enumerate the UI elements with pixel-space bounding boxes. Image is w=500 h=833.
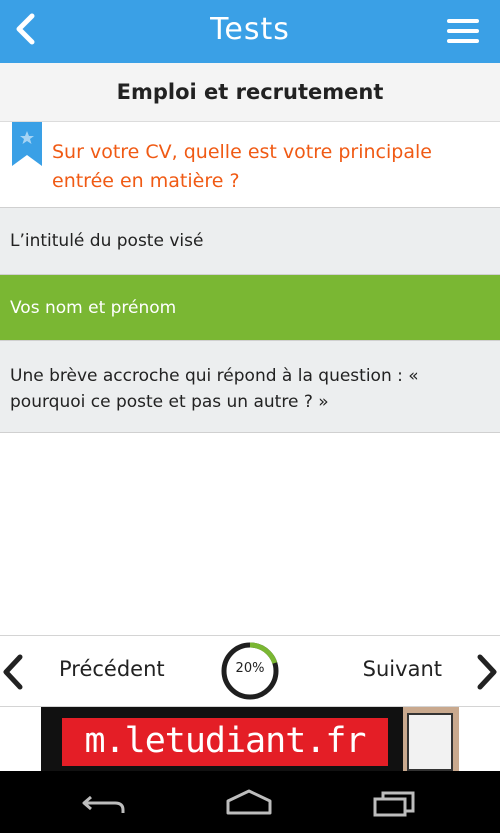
- ad-phone-screen: [407, 713, 453, 771]
- chevron-right-icon: [477, 654, 497, 690]
- answer-option-3[interactable]: Une brève accroche qui répond à la quest…: [0, 341, 500, 433]
- chevron-left-icon: [3, 654, 23, 690]
- page-title: Tests: [210, 12, 290, 47]
- system-recents-button[interactable]: [370, 789, 420, 817]
- question-text: Sur votre CV, quelle est votre principal…: [52, 141, 432, 192]
- bookmark-icon: [12, 122, 42, 166]
- previous-button[interactable]: Précédent: [59, 657, 165, 681]
- ad-text: m.letudiant.fr: [84, 721, 366, 761]
- question-navigation: Précédent 20% Suivant: [0, 635, 500, 707]
- menu-button[interactable]: [446, 17, 480, 45]
- next-button[interactable]: Suivant: [363, 657, 442, 681]
- app-bar: Tests: [0, 0, 500, 63]
- hamburger-menu-icon: [447, 19, 479, 43]
- category-title: Emploi et recrutement: [0, 63, 500, 122]
- question-panel: Sur votre CV, quelle est votre principal…: [0, 122, 500, 208]
- answer-option-1[interactable]: L’intitulé du poste visé: [0, 208, 500, 275]
- system-home-button[interactable]: [224, 789, 274, 817]
- next-arrow-button[interactable]: [474, 653, 500, 691]
- answer-option-2-selected[interactable]: Vos nom et prénom: [0, 275, 500, 341]
- ad-bar: m.letudiant.fr: [0, 707, 500, 771]
- previous-arrow-button[interactable]: [0, 653, 26, 691]
- system-back-icon: [82, 795, 125, 813]
- progress-percent: 20%: [235, 661, 265, 676]
- system-home-icon: [226, 789, 272, 815]
- system-recents-icon: [373, 791, 415, 817]
- ad-banner[interactable]: m.letudiant.fr: [41, 707, 459, 771]
- system-back-button[interactable]: [79, 789, 129, 817]
- system-navigation-bar: [0, 771, 500, 833]
